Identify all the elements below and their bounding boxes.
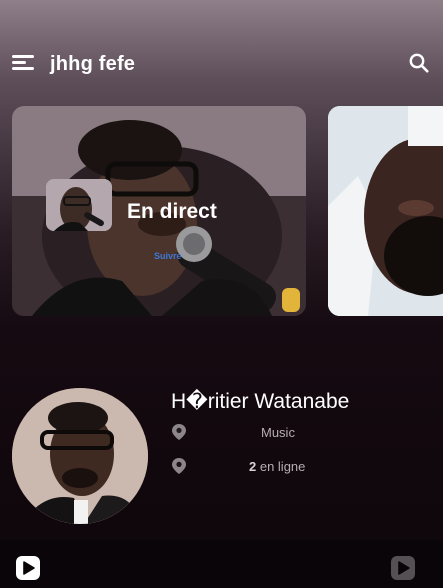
live-thumbnail [46,179,112,231]
map-pin-icon [172,424,186,440]
live-label: En direct [127,200,217,223]
search-icon[interactable] [409,53,429,73]
bottom-bar [0,540,443,588]
artist-name: H�ritier Watanabe [171,390,350,413]
artist-profile: H�ritier Watanabe Music 2 en ligne [0,380,443,530]
play-icon[interactable] [391,556,415,580]
avatar[interactable] [12,388,148,524]
online-suffix: en ligne [256,459,306,474]
online-status: 2 en ligne [249,459,305,474]
app-header: jhhg fefe [0,44,443,88]
map-pin-icon [172,458,186,474]
play-icon[interactable] [16,556,40,580]
next-card[interactable] [328,106,443,316]
performer-photo-2 [328,106,443,316]
page-title: jhhg fefe [50,53,136,75]
genre-label: Music [261,425,295,440]
menu-icon[interactable] [12,55,34,73]
follow-link[interactable]: Suivre [154,251,182,261]
